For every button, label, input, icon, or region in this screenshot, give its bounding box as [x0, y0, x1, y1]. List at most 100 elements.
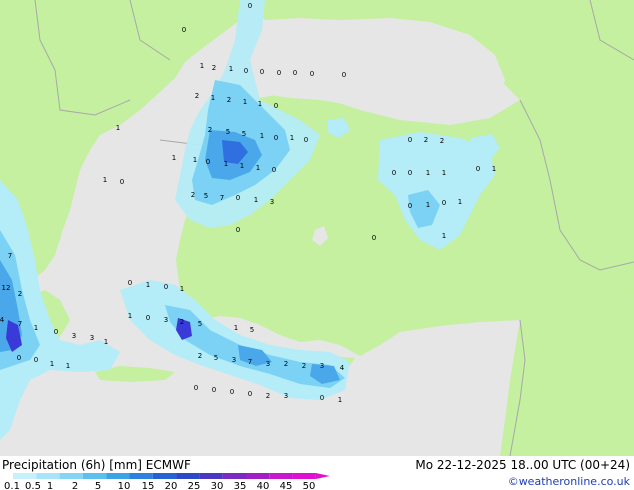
precip-value-label: 0 — [342, 71, 346, 79]
scale-tick-label: 1 — [47, 481, 53, 490]
scale-tick-label: 35 — [234, 481, 247, 490]
precip-value-label: 0 — [304, 136, 308, 144]
precip-value-label: 1 — [34, 324, 38, 332]
forecast-datetime: Mo 22-12-2025 18..00 UTC (00+24) — [415, 458, 630, 472]
precip-value-label: 1 — [103, 176, 107, 184]
precip-value-label: 2 — [284, 360, 288, 368]
precip-value-label: 0 — [372, 234, 376, 242]
precip-value-label: 2 — [266, 392, 270, 400]
scale-swatch — [222, 473, 246, 479]
precip-value-label: 0 — [408, 136, 412, 144]
precip-value-label: 3 — [270, 198, 274, 206]
precip-value-label: 0 — [17, 354, 21, 362]
scale-swatch — [176, 473, 200, 479]
precip-value-label: 7 — [8, 252, 12, 260]
precip-value-label: 2 — [180, 318, 184, 326]
precip-value-label: 4 — [0, 316, 5, 324]
precip-value-label: 1 — [426, 169, 430, 177]
precip-value-label: 0 — [236, 194, 240, 202]
precip-value-label: 12 — [2, 284, 11, 292]
precip-value-label: 4 — [340, 364, 345, 372]
precip-value-label: 5 — [250, 326, 254, 334]
scale-tick-label: 2 — [72, 481, 78, 490]
precip-value-label: 1 — [104, 338, 108, 346]
precip-value-label: 0 — [120, 178, 124, 186]
precip-value-label: 1 — [172, 154, 176, 162]
precip-value-label: 0 — [272, 166, 276, 174]
scale-tick-label: 20 — [165, 481, 178, 490]
precip-value-label: 1 — [243, 98, 247, 106]
precip-value-label: 0 — [310, 70, 314, 78]
precip-value-label: 0 — [248, 390, 252, 398]
credit-link[interactable]: ©weatheronline.co.uk — [508, 475, 630, 488]
precip-value-label: 0 — [408, 202, 412, 210]
precip-value-label: 1 — [211, 94, 215, 102]
precip-value-label: 0 — [392, 169, 396, 177]
precip-value-label: 0 — [212, 386, 216, 394]
precip-value-label: 1 — [338, 396, 342, 404]
scale-swatch — [13, 473, 37, 479]
precip-value-label: 0 — [260, 68, 264, 76]
precip-value-label: 1 — [128, 312, 132, 320]
precip-value-label: 1 — [193, 156, 197, 164]
precip-value-label: 5 — [242, 130, 246, 138]
precip-value-label: 3 — [320, 362, 324, 370]
precip-value-label: 7 — [18, 320, 22, 328]
precip-value-label: 0 — [248, 2, 252, 10]
precip-value-label: 0 — [408, 169, 412, 177]
precip-value-label: 1 — [426, 201, 430, 209]
precip-value-label: 5 — [204, 192, 208, 200]
precip-value-label: 1 — [116, 124, 120, 132]
precip-value-label: 1 — [260, 132, 264, 140]
precip-value-label: 1 — [258, 100, 262, 108]
precip-value-label: 2 — [191, 191, 195, 199]
precip-value-label: 1 — [50, 360, 54, 368]
scale-ticks: 0.1 0.5 1 2 5 10 15 20 25 30 35 40 45 50 — [4, 481, 315, 490]
scale-arrow-icon — [315, 473, 330, 479]
scale-swatch — [59, 473, 83, 479]
scale-swatch — [106, 473, 130, 479]
precip-value-label: 3 — [90, 334, 94, 342]
precip-value-label: 0 — [164, 283, 168, 291]
precip-value-label: 2 — [440, 137, 444, 145]
precip-value-label: 5 — [198, 320, 202, 328]
scale-swatch — [36, 473, 60, 479]
precip-value-label: 0 — [274, 102, 278, 110]
scale-bars — [13, 473, 330, 479]
precip-value-label: 2 — [227, 96, 231, 104]
scale-swatch — [269, 473, 293, 479]
scale-tick-label: 40 — [257, 481, 270, 490]
precip-value-label: 1 — [254, 196, 258, 204]
precip-value-label: 1 — [234, 324, 238, 332]
map-canvas: 001 2 1 0 0 0 0 0 02 1 2 1 1 02 5 5 1 0 1 01 1 0 1 1 1 02 5 7 0 1 300 2… — [0, 0, 634, 456]
precip-value-label: 0 — [236, 226, 240, 234]
scale-tick-label: 15 — [142, 481, 155, 490]
precip-value-label: 1 — [442, 169, 446, 177]
scale-swatch — [129, 473, 153, 479]
precip-value-label: 0 — [194, 384, 198, 392]
precip-value-label: 2 — [18, 290, 22, 298]
precip-value-label: 1 — [442, 232, 446, 240]
precipitation-map: 0012100000021211025510101101110257013002… — [0, 0, 634, 456]
precip-value-label: 5 — [226, 128, 230, 136]
precip-value-label: 3 — [266, 360, 270, 368]
precip-value-label: 2 — [198, 352, 202, 360]
precip-value-label: 0 — [182, 26, 186, 34]
precip-value-label: 0 — [277, 69, 281, 77]
precip-value-label: 0 — [476, 165, 480, 173]
precip-value-label: 2 — [195, 92, 199, 100]
precip-value-label: 0 — [244, 67, 248, 75]
precip-value-label: 3 — [164, 316, 168, 324]
scale-swatch — [246, 473, 270, 479]
precip-value-label: 1 — [180, 285, 184, 293]
scale-swatch — [82, 473, 107, 479]
precip-value-label: 5 — [214, 354, 218, 362]
precip-value-label: 0 — [128, 279, 132, 287]
precip-value-label: 2 — [302, 362, 306, 370]
precip-value-label: 1 — [240, 162, 244, 170]
scale-tick-label: 50 — [303, 481, 316, 490]
scale-tick-label: 5 — [95, 481, 101, 490]
scale-tick-label: 0.5 — [25, 481, 41, 490]
precip-value-label: 0 — [146, 314, 150, 322]
precip-value-label: 3 — [232, 356, 236, 364]
